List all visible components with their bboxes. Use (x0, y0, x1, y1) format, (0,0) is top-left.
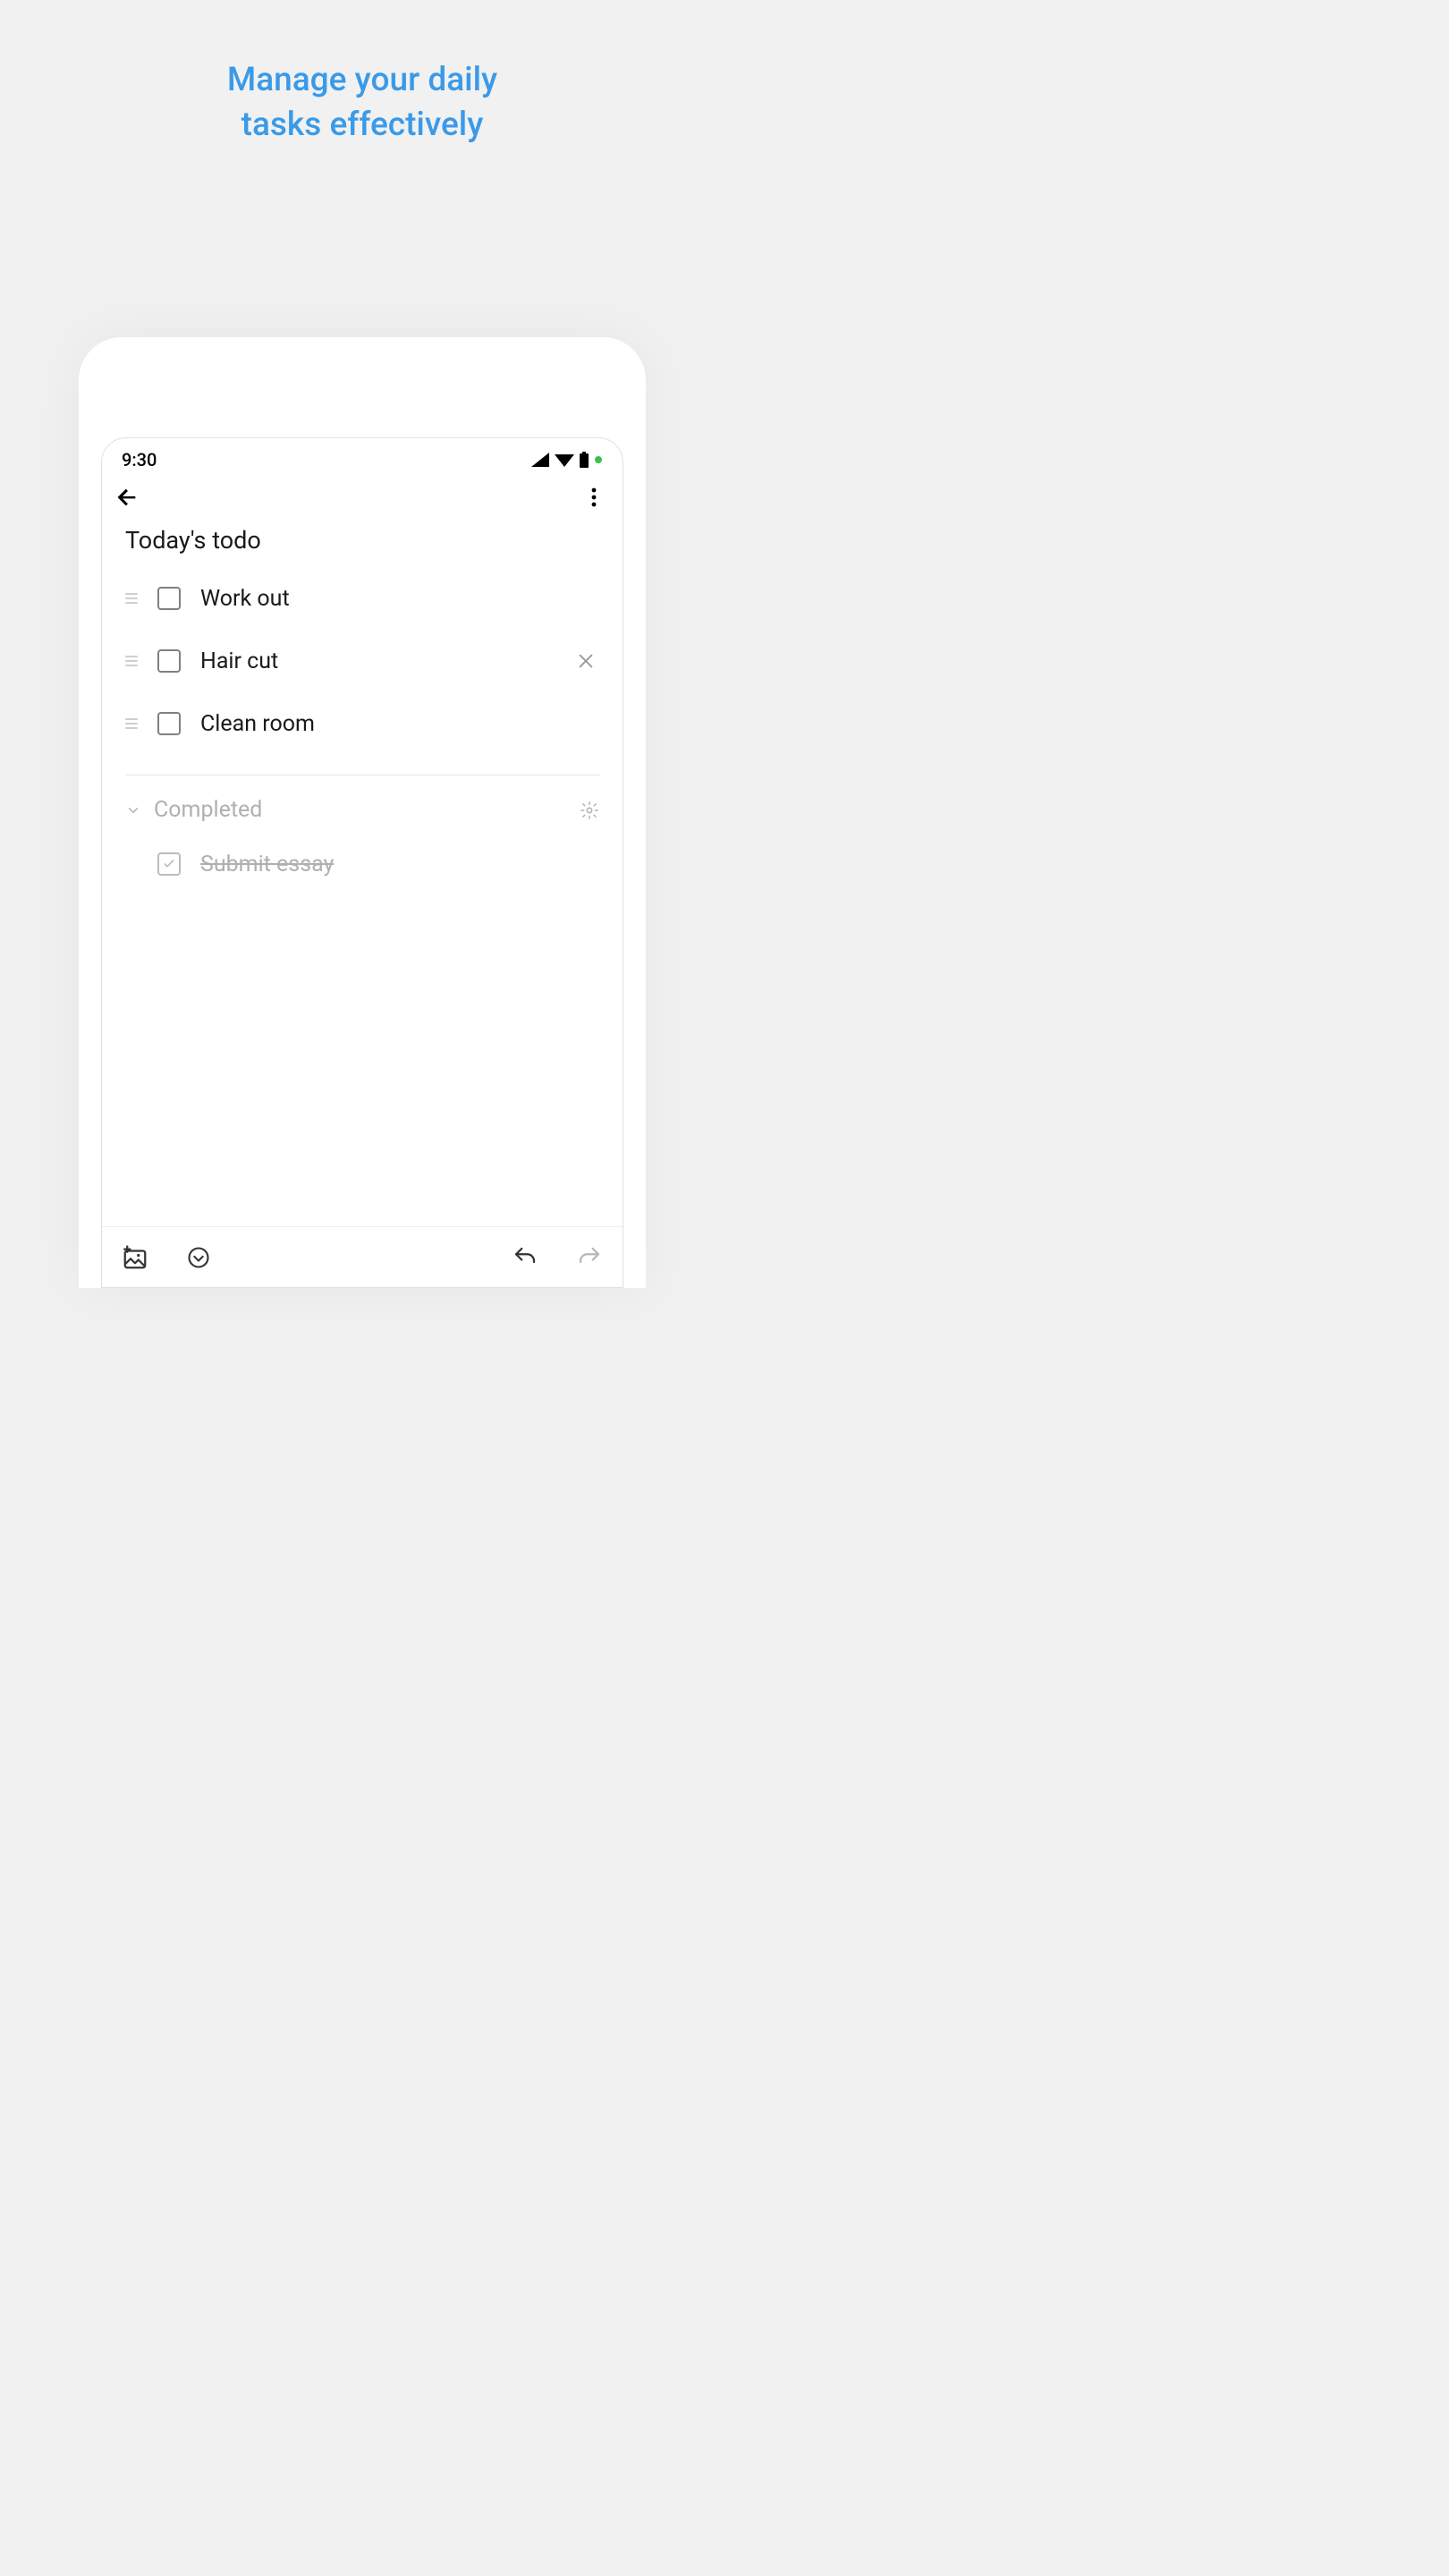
task-label[interactable]: Work out (200, 586, 290, 612)
image-plus-icon (122, 1244, 148, 1271)
check-icon (162, 857, 176, 871)
cellular-icon (531, 453, 549, 467)
chevron-down-icon (125, 802, 141, 818)
settings-button[interactable] (580, 801, 599, 820)
dot-icon (594, 455, 603, 464)
more-button[interactable] (578, 481, 610, 513)
headline-line2: tasks effectively (242, 106, 484, 144)
undo-icon (512, 1244, 538, 1271)
task-row[interactable]: Clean room (125, 692, 599, 755)
note-content: Today's todo Work out Hair cut Clean roo… (102, 522, 623, 1226)
undo-button[interactable] (512, 1244, 538, 1271)
task-row[interactable]: Hair cut (125, 630, 599, 692)
completed-label: Completed (154, 797, 262, 823)
phone-screen: 9:30 Today's todo Work out (101, 437, 623, 1288)
back-button[interactable] (114, 481, 147, 513)
arrow-left-icon (114, 485, 140, 510)
delete-task-button[interactable] (576, 651, 596, 671)
drag-handle-icon[interactable] (125, 718, 140, 729)
drag-handle-icon[interactable] (125, 656, 140, 666)
drag-handle-icon[interactable] (125, 593, 140, 604)
task-label[interactable]: Hair cut (200, 648, 278, 674)
status-icons (531, 452, 603, 468)
status-bar: 9:30 (102, 438, 623, 476)
completed-task-label[interactable]: Submit essay (200, 852, 334, 877)
completed-section-header[interactable]: Completed (125, 792, 599, 835)
task-checkbox[interactable] (157, 587, 181, 610)
battery-icon (580, 452, 589, 468)
task-label[interactable]: Clean room (200, 711, 315, 737)
status-time: 9:30 (122, 449, 157, 470)
bottom-toolbar (102, 1226, 623, 1287)
wifi-icon (555, 453, 574, 467)
gear-icon (580, 801, 599, 820)
close-icon (576, 651, 596, 671)
app-bar (102, 476, 623, 522)
note-title[interactable]: Today's todo (125, 526, 599, 555)
task-checkbox[interactable] (157, 712, 181, 735)
task-row[interactable]: Work out (125, 567, 599, 630)
more-options-button[interactable] (186, 1245, 211, 1270)
more-vertical-icon (591, 487, 597, 507)
task-checkbox[interactable] (157, 649, 181, 673)
circle-chevron-down-icon (186, 1245, 211, 1270)
headline-line1: Manage your daily (227, 61, 497, 99)
task-checkbox-checked[interactable] (157, 852, 181, 876)
device-frame: 9:30 Today's todo Work out (79, 337, 646, 1288)
insert-image-button[interactable] (122, 1244, 148, 1271)
marketing-headline: Manage your daily tasks effectively (0, 58, 724, 148)
redo-icon (576, 1244, 603, 1271)
completed-task-row[interactable]: Submit essay (125, 835, 599, 893)
redo-button[interactable] (576, 1244, 603, 1271)
